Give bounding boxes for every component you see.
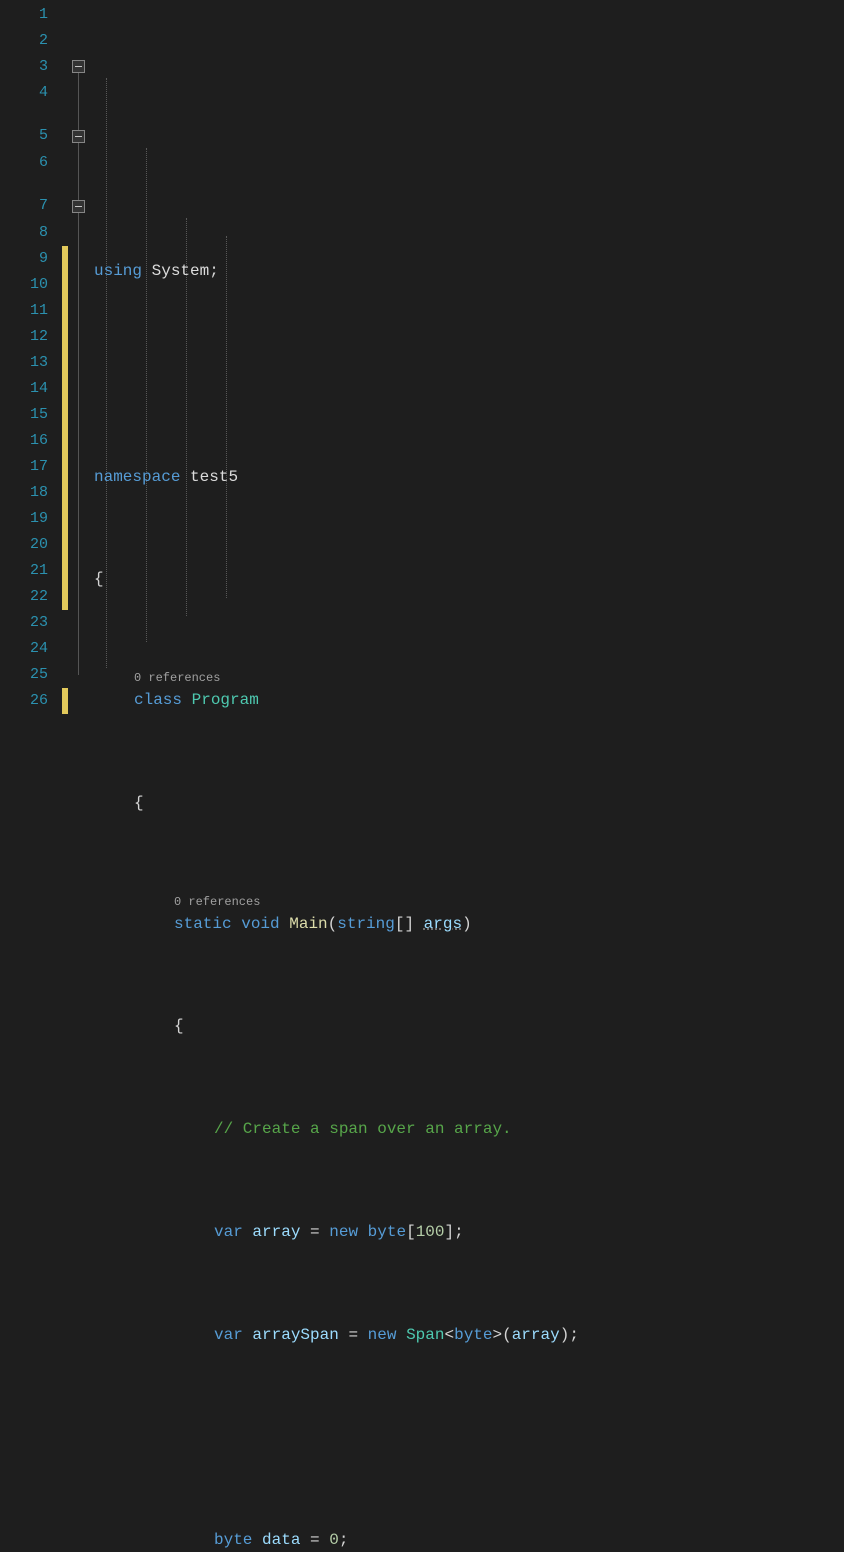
line-number: 18 bbox=[0, 480, 48, 506]
change-marker bbox=[62, 428, 68, 454]
line-number-gutter: 1 2 3 4 5 6 7 8 9 10 11 12 13 14 15 16 1… bbox=[0, 0, 62, 1552]
type-name: Program bbox=[192, 691, 259, 709]
code-line[interactable] bbox=[94, 1425, 844, 1451]
line-number: 11 bbox=[0, 298, 48, 324]
namespace-name: test5 bbox=[190, 468, 238, 486]
line-number: 26 bbox=[0, 688, 48, 714]
line-number: 17 bbox=[0, 454, 48, 480]
change-marker bbox=[62, 402, 68, 428]
comment: // Create a span over an array. bbox=[94, 1120, 512, 1138]
line-number: 13 bbox=[0, 350, 48, 376]
line-number: 5 bbox=[0, 106, 48, 150]
indent-guide bbox=[226, 236, 227, 598]
change-marker bbox=[62, 558, 68, 584]
code-line[interactable]: 0 references static void Main(string[] a… bbox=[94, 893, 844, 937]
line-number: 23 bbox=[0, 610, 48, 636]
code-editor[interactable]: 1 2 3 4 5 6 7 8 9 10 11 12 13 14 15 16 1… bbox=[0, 0, 844, 1552]
change-marker bbox=[62, 584, 68, 610]
code-line[interactable]: var arraySpan = new Span<byte>(array); bbox=[94, 1322, 844, 1348]
change-indicator-column bbox=[62, 0, 70, 1552]
method-name: Main bbox=[289, 915, 327, 933]
line-number: 2 bbox=[0, 28, 48, 54]
line-number: 14 bbox=[0, 376, 48, 402]
change-marker bbox=[62, 298, 68, 324]
code-line[interactable]: { bbox=[94, 790, 844, 816]
change-marker bbox=[62, 272, 68, 298]
identifier: System bbox=[152, 262, 210, 280]
code-area[interactable]: using System; namespace test5 { 0 refere… bbox=[94, 0, 844, 1552]
line-number: 9 bbox=[0, 246, 48, 272]
fold-toggle-icon[interactable] bbox=[72, 60, 85, 73]
code-line[interactable]: var array = new byte[100]; bbox=[94, 1219, 844, 1245]
change-marker bbox=[62, 246, 68, 272]
line-number: 3 bbox=[0, 54, 48, 80]
change-marker bbox=[62, 688, 68, 714]
line-number: 4 bbox=[0, 80, 48, 106]
line-number: 16 bbox=[0, 428, 48, 454]
code-line[interactable]: { bbox=[94, 566, 844, 592]
line-number: 8 bbox=[0, 220, 48, 246]
line-number: 7 bbox=[0, 176, 48, 220]
line-number: 24 bbox=[0, 636, 48, 662]
code-line[interactable]: byte data = 0; bbox=[94, 1527, 844, 1552]
line-number: 25 bbox=[0, 662, 48, 688]
line-number: 20 bbox=[0, 532, 48, 558]
code-line[interactable]: { bbox=[94, 1013, 844, 1039]
change-marker bbox=[62, 350, 68, 376]
fold-toggle-icon[interactable] bbox=[72, 200, 85, 213]
line-number: 10 bbox=[0, 272, 48, 298]
line-number: 22 bbox=[0, 584, 48, 610]
fold-toggle-icon[interactable] bbox=[72, 130, 85, 143]
code-line[interactable] bbox=[94, 361, 844, 387]
code-folding-column bbox=[70, 0, 94, 1552]
line-number: 1 bbox=[0, 2, 48, 28]
code-line[interactable]: using System; bbox=[94, 258, 844, 284]
line-number: 12 bbox=[0, 324, 48, 350]
line-number: 21 bbox=[0, 558, 48, 584]
line-number: 15 bbox=[0, 402, 48, 428]
change-marker bbox=[62, 324, 68, 350]
change-marker bbox=[62, 454, 68, 480]
codelens-references[interactable]: 0 references bbox=[174, 893, 260, 911]
keyword: namespace bbox=[94, 468, 180, 486]
change-marker bbox=[62, 376, 68, 402]
change-marker bbox=[62, 506, 68, 532]
keyword: class bbox=[134, 691, 182, 709]
line-number: 6 bbox=[0, 150, 48, 176]
keyword: using bbox=[94, 262, 142, 280]
codelens-references[interactable]: 0 references bbox=[134, 669, 220, 687]
code-line[interactable]: // Create a span over an array. bbox=[94, 1116, 844, 1142]
change-marker bbox=[62, 532, 68, 558]
code-line[interactable]: 0 references class Program bbox=[94, 669, 844, 713]
change-marker bbox=[62, 480, 68, 506]
line-number: 19 bbox=[0, 506, 48, 532]
code-line[interactable]: namespace test5 bbox=[94, 464, 844, 490]
